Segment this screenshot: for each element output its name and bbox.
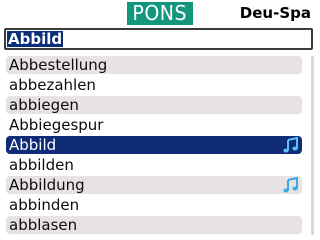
result-row-abbezahlen[interactable]: abbezahlen bbox=[6, 76, 302, 94]
search-text: Abbild bbox=[7, 30, 64, 48]
music-note-icon[interactable] bbox=[282, 176, 300, 194]
result-row-abbilden[interactable]: abbilden bbox=[6, 156, 302, 174]
result-row-abbild[interactable]: Abbild bbox=[6, 136, 302, 154]
music-note-icon[interactable] bbox=[282, 136, 300, 154]
result-row-abbinden[interactable]: abbinden bbox=[6, 196, 302, 214]
result-word: Abbestellung bbox=[9, 56, 108, 74]
result-word: Abbildung bbox=[9, 176, 85, 194]
result-word: abblasen bbox=[9, 216, 78, 234]
scrollbar-thumb[interactable] bbox=[311, 56, 314, 235]
app-header: PONS Deu-Spa bbox=[0, 0, 320, 28]
result-word: Abbild bbox=[9, 136, 57, 154]
result-row-abbildung[interactable]: Abbildung bbox=[6, 176, 302, 194]
language-pair-selector[interactable]: Deu-Spa bbox=[240, 4, 311, 22]
result-row-abbiegespur[interactable]: Abbiegespur bbox=[6, 116, 302, 134]
result-row-abblasen[interactable]: abblasen bbox=[6, 216, 302, 234]
search-input[interactable]: Abbild bbox=[4, 28, 313, 50]
result-word: abbiegen bbox=[9, 96, 79, 114]
pons-logo: PONS bbox=[127, 2, 193, 25]
result-word: abbezahlen bbox=[9, 76, 96, 94]
result-row-abbestellung[interactable]: Abbestellung bbox=[6, 56, 302, 74]
result-word: abbilden bbox=[9, 156, 74, 174]
result-word: abbinden bbox=[9, 196, 80, 214]
result-word: Abbiegespur bbox=[9, 116, 104, 134]
result-row-abbiegen[interactable]: abbiegen bbox=[6, 96, 302, 114]
